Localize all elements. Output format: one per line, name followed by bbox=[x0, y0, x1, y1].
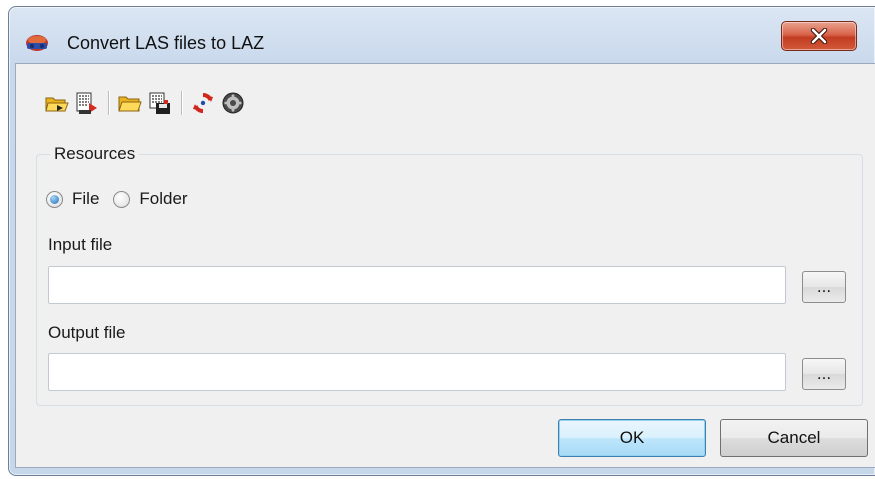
open-folder-button[interactable] bbox=[115, 88, 145, 118]
output-browse-button[interactable]: ... bbox=[802, 358, 846, 390]
film-reel-icon bbox=[222, 92, 244, 114]
settings-reel-button[interactable] bbox=[218, 88, 248, 118]
toolbar-separator bbox=[181, 91, 182, 115]
save-settings-icon bbox=[76, 92, 97, 114]
folder-radio[interactable] bbox=[113, 190, 131, 208]
ok-button[interactable]: OK bbox=[558, 419, 706, 457]
save-settings-button[interactable] bbox=[72, 88, 102, 118]
resource-mode-radio-group: File Folder bbox=[46, 189, 202, 209]
dialog-client-area: Resources File Folder Input file ... Out… bbox=[15, 63, 875, 468]
open-settings-icon bbox=[45, 97, 69, 112]
output-file-field[interactable] bbox=[48, 353, 786, 391]
window-title: Convert LAS files to LAZ bbox=[67, 33, 265, 53]
folder-radio-label[interactable]: Folder bbox=[139, 189, 187, 209]
output-file-label: Output file bbox=[48, 323, 126, 342]
input-file-label: Input file bbox=[48, 235, 113, 254]
file-radio[interactable] bbox=[46, 190, 63, 208]
save-file-icon bbox=[149, 92, 170, 114]
input-browse-button[interactable]: ... bbox=[802, 271, 846, 303]
open-folder-icon bbox=[118, 96, 142, 112]
input-file-field[interactable] bbox=[48, 266, 786, 304]
dialog-window: Convert LAS files to LAZ Resources File … bbox=[8, 6, 875, 476]
cancel-button[interactable]: Cancel bbox=[720, 419, 868, 457]
open-settings-button[interactable] bbox=[42, 88, 72, 118]
toolbar-separator bbox=[108, 91, 109, 115]
file-radio-label[interactable]: File bbox=[72, 189, 99, 209]
refresh-icon bbox=[193, 93, 213, 113]
close-icon bbox=[810, 28, 828, 44]
save-file-button[interactable] bbox=[145, 88, 175, 118]
toolbar bbox=[42, 88, 248, 118]
refresh-button[interactable] bbox=[188, 88, 218, 118]
resources-group-title: Resources bbox=[50, 144, 140, 164]
app-icon bbox=[25, 34, 49, 54]
close-button[interactable] bbox=[781, 21, 857, 51]
title-bar[interactable]: Convert LAS files to LAZ bbox=[9, 7, 875, 63]
